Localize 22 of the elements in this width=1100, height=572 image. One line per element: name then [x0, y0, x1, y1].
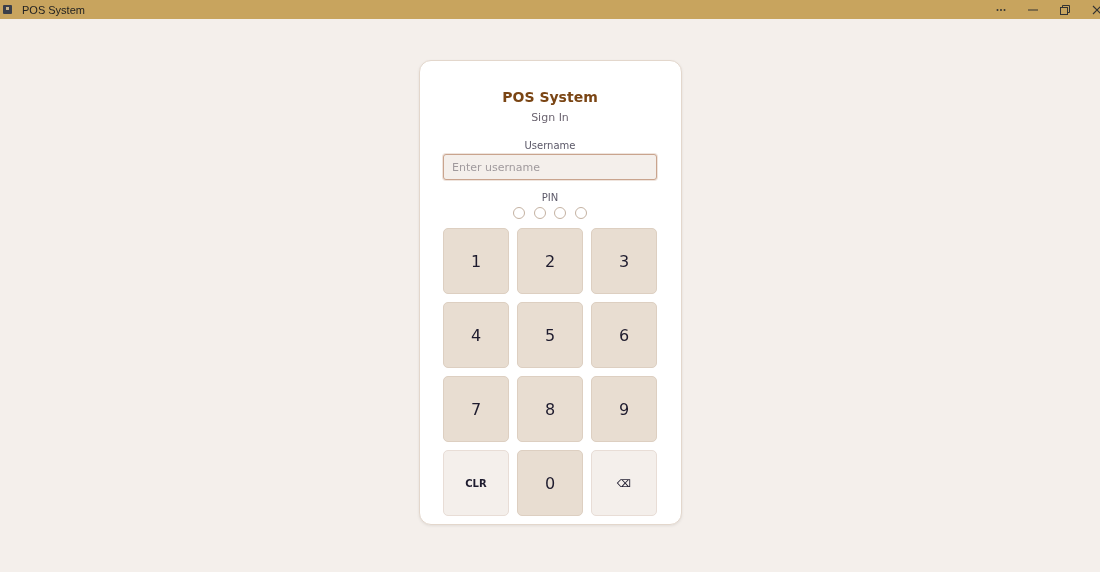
more-icon[interactable] — [996, 7, 1006, 12]
digit-key[interactable]: 8 — [517, 376, 583, 442]
username-label: Username — [524, 140, 576, 151]
window-title: POS System — [22, 3, 85, 16]
digit-key[interactable]: 5 — [517, 302, 583, 368]
restore-icon[interactable] — [1060, 4, 1070, 15]
digit-key[interactable]: 7 — [443, 376, 509, 442]
digit-key[interactable]: 6 — [591, 302, 657, 368]
sign-in-heading: Sign In — [531, 111, 569, 124]
username-field[interactable]: Enter username — [443, 154, 657, 180]
pin-label: PIN — [541, 192, 559, 203]
app-title: POS System — [502, 89, 598, 105]
digit-key[interactable]: 0 — [517, 450, 583, 516]
digit-key[interactable]: 3 — [591, 228, 657, 294]
digit-key[interactable]: 4 — [443, 302, 509, 368]
action-key[interactable]: CLR — [443, 450, 509, 516]
digit-key[interactable]: 2 — [517, 228, 583, 294]
action-key[interactable]: ⌫ — [591, 450, 657, 516]
close-icon[interactable] — [1092, 4, 1100, 15]
app-icon — [3, 5, 12, 14]
digit-key[interactable]: 9 — [591, 376, 657, 442]
digit-key[interactable]: 1 — [443, 228, 509, 294]
